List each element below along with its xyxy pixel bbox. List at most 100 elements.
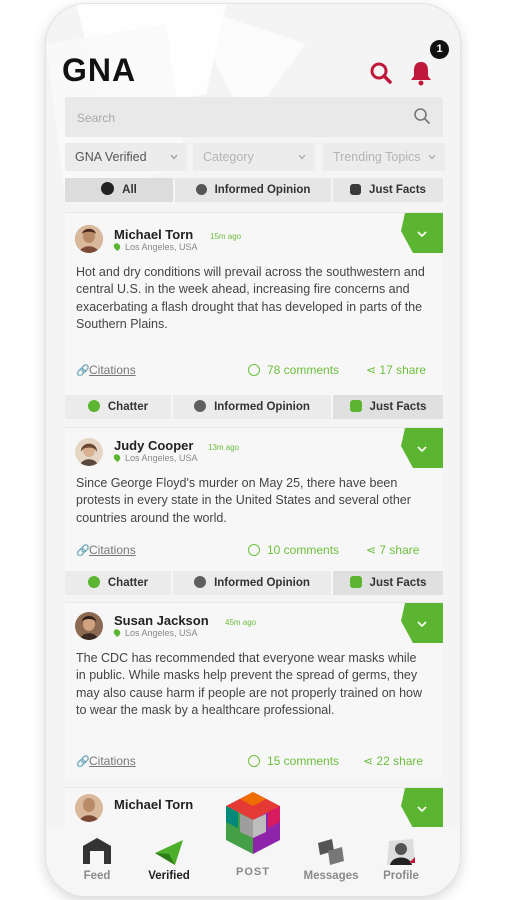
facts-icon — [349, 576, 362, 588]
avatar-photo — [75, 612, 103, 640]
chatter-icon — [87, 576, 100, 588]
source-dropdown-value: GNA Verified — [75, 150, 147, 164]
comments-count[interactable]: 15 comments — [248, 754, 339, 768]
feed-icon — [83, 838, 111, 864]
chatter-button[interactable]: Chatter — [65, 571, 171, 595]
comments-count[interactable]: 10 comments — [248, 543, 339, 557]
location-text: Los Angeles, USA — [125, 628, 198, 638]
post-feed[interactable]: Michael Torn 15m ago Los Angeles, USA Ho… — [65, 212, 443, 827]
expand-badge-icon[interactable] — [401, 213, 443, 253]
messages-icon — [318, 839, 344, 865]
post-body: Hot and dry conditions will prevail acro… — [76, 265, 425, 332]
chatter-label: Chatter — [107, 577, 149, 589]
chatter-label: Chatter — [107, 401, 149, 413]
expand-badge-icon[interactable] — [401, 428, 443, 468]
avatar[interactable] — [75, 794, 103, 822]
avatar[interactable] — [75, 612, 103, 640]
citations-link[interactable]: 🔗Citations — [76, 363, 136, 377]
chevron-down-icon — [170, 154, 178, 160]
profile-avatar-icon — [387, 839, 415, 865]
nav-verified-label: Verified — [148, 870, 190, 882]
post-meta: 🔗Citations 10 comments ⋖ 7 share — [76, 543, 432, 559]
nav-messages[interactable]: Messages — [296, 827, 366, 882]
informed-opinion-label: Informed Opinion — [214, 577, 310, 589]
opinion-icon — [194, 400, 207, 412]
share-icon: ⋖ — [366, 363, 380, 377]
informed-opinion-button[interactable]: Informed Opinion — [173, 571, 331, 595]
source-dropdown[interactable]: GNA Verified — [65, 143, 187, 171]
author-name[interactable]: Judy Cooper — [114, 438, 193, 453]
just-facts-label: Just Facts — [369, 577, 427, 589]
reaction-bar: Chatter Informed Opinion Just Facts — [65, 395, 443, 419]
citations-label: Citations — [89, 543, 136, 557]
app-header: GNA 1 — [46, 4, 460, 99]
post-time: 45m ago — [225, 618, 257, 627]
verified-icon — [155, 840, 183, 865]
chatter-icon — [87, 400, 100, 412]
post-card: Susan Jackson 45m ago Los Angeles, USA T… — [65, 602, 443, 779]
nav-verified[interactable]: Verified — [134, 827, 204, 882]
location-text: Los Angeles, USA — [125, 242, 198, 252]
post-time: 15m ago — [210, 232, 242, 241]
expand-badge-icon[interactable] — [401, 603, 443, 643]
informed-opinion-label: Informed Opinion — [214, 401, 310, 413]
share-count[interactable]: ⋖ 22 share — [363, 754, 423, 768]
bell-icon[interactable] — [406, 58, 436, 88]
share-icon: ⋖ — [363, 754, 377, 768]
opinion-icon — [194, 576, 207, 588]
just-facts-button[interactable]: Just Facts — [333, 395, 443, 419]
share-label: 22 share — [376, 754, 424, 768]
tab-informed-opinion[interactable]: Informed Opinion — [175, 178, 331, 202]
facts-icon — [350, 184, 362, 195]
category-dropdown-value: Category — [203, 150, 254, 164]
tab-just-facts[interactable]: Just Facts — [333, 178, 443, 202]
nav-feed[interactable]: Feed — [62, 827, 132, 882]
category-dropdown[interactable]: Category — [193, 143, 315, 171]
citations-link[interactable]: 🔗Citations — [76, 543, 136, 557]
tab-all[interactable]: All — [65, 178, 173, 202]
comments-label: 10 comments — [267, 543, 340, 557]
notification-count-badge: 1 — [430, 40, 449, 59]
filter-row: GNA Verified Category Trending Topics — [65, 143, 445, 171]
nav-feed-label: Feed — [83, 870, 111, 882]
expand-badge-icon[interactable] — [401, 788, 443, 827]
avatar[interactable] — [75, 438, 103, 466]
search-icon[interactable] — [413, 107, 431, 125]
trending-topics-dropdown[interactable]: Trending Topics — [323, 143, 445, 171]
post-time: 13m ago — [208, 443, 240, 452]
citations-link[interactable]: 🔗Citations — [76, 754, 136, 768]
chevron-down-icon — [428, 154, 436, 160]
post-body: Since George Floyd's murder on May 25, t… — [76, 476, 411, 525]
author-name[interactable]: Michael Torn — [114, 797, 193, 812]
comments-count[interactable]: 78 comments — [248, 363, 339, 377]
avatar-photo — [75, 225, 103, 253]
link-icon: 🔗 — [76, 756, 90, 768]
gna-logo[interactable]: GNA — [62, 52, 136, 89]
avatar[interactable] — [75, 225, 103, 253]
chatter-button[interactable]: Chatter — [65, 395, 171, 419]
author-name[interactable]: Michael Torn — [114, 227, 193, 242]
share-count[interactable]: ⋖ 17 share — [366, 363, 426, 377]
post-cube-icon[interactable] — [218, 788, 288, 868]
nav-messages-label: Messages — [303, 870, 359, 882]
nav-profile-label: Profile — [383, 870, 419, 882]
share-count[interactable]: ⋖ 7 share — [366, 543, 419, 557]
post-body: The CDC has recommended that everyone we… — [76, 651, 423, 718]
post-label[interactable]: POST — [218, 866, 288, 878]
phone-frame: GNA 1 GNA Verified Category Trending Top… — [46, 4, 460, 896]
post-location: Los Angeles, USA — [112, 452, 198, 463]
avatar-photo — [75, 438, 103, 466]
share-label: 17 share — [379, 363, 427, 377]
citations-label: Citations — [89, 363, 136, 377]
tab-just-facts-label: Just Facts — [369, 184, 426, 196]
informed-opinion-button[interactable]: Informed Opinion — [173, 395, 331, 419]
search-input[interactable] — [77, 107, 397, 129]
search-icon[interactable] — [366, 58, 396, 88]
just-facts-button[interactable]: Just Facts — [333, 571, 443, 595]
author-name[interactable]: Susan Jackson — [114, 613, 209, 628]
citations-label: Citations — [89, 754, 136, 768]
nav-profile[interactable]: Profile — [366, 827, 436, 882]
comment-icon — [248, 364, 260, 376]
all-icon — [101, 182, 115, 195]
search-bar[interactable] — [65, 97, 443, 137]
